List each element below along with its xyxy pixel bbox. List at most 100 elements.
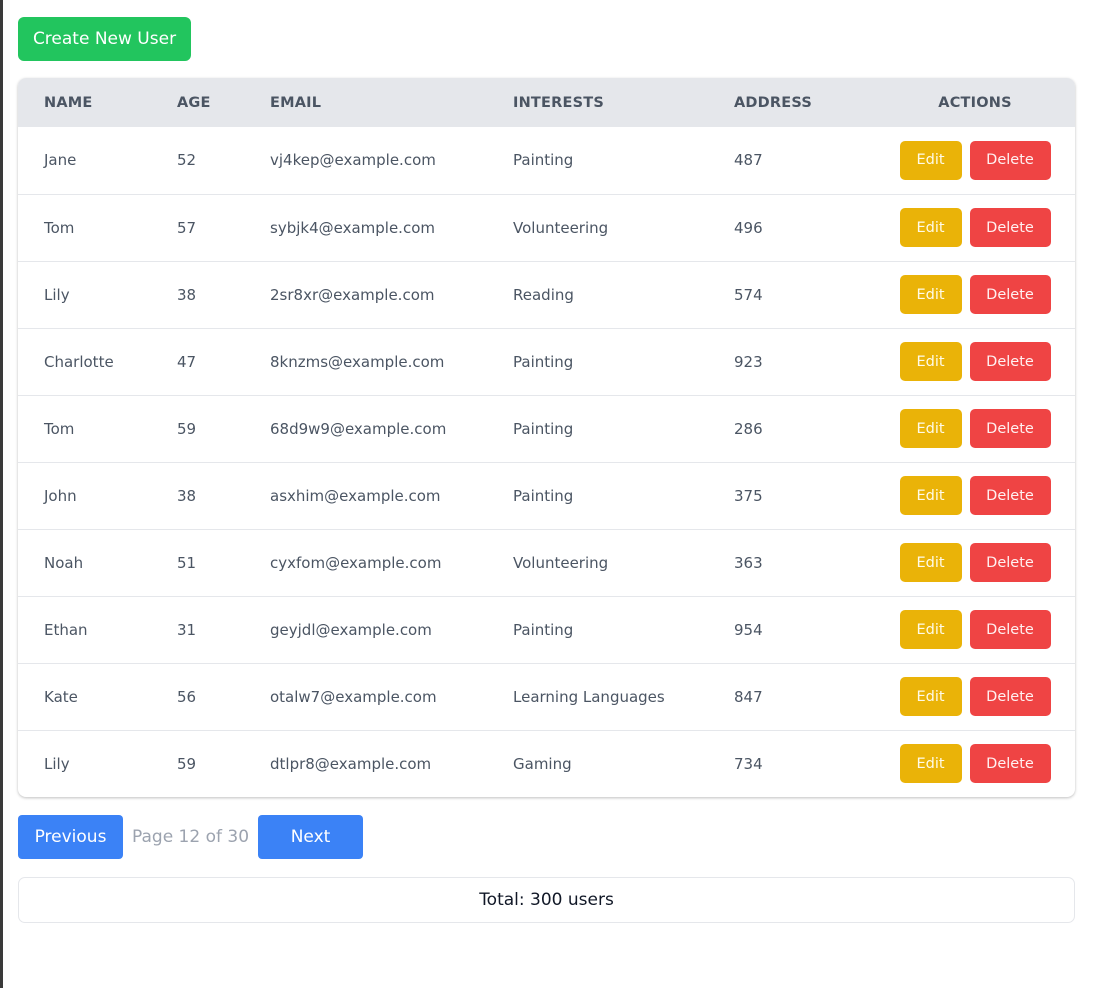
column-header-name: NAME <box>44 94 93 111</box>
delete-button[interactable]: Delete <box>969 140 1051 180</box>
cell-age: 51 <box>177 553 197 572</box>
cell-actions: Edit Delete <box>875 395 1075 462</box>
cell-age: 47 <box>177 352 197 371</box>
delete-button[interactable]: Delete <box>969 744 1051 784</box>
edit-button[interactable]: Edit <box>899 744 962 784</box>
cell-actions: Edit Delete <box>875 730 1075 797</box>
cell-name: Tom <box>44 218 75 237</box>
cell-actions: Edit Delete <box>875 194 1075 261</box>
page-indicator: Page 12 of 30 <box>132 827 250 847</box>
table-row: Lily 38 2sr8xr@example.com Reading 574 Edit De… <box>18 261 1075 328</box>
users-table: NAME AGE EMAIL INTERESTS ADDRESS ACTIONS… <box>18 78 1075 797</box>
table-row: Jane 52 vj4kep@example.com Painting 487 Edit D… <box>18 127 1075 194</box>
cell-age: 59 <box>177 754 197 773</box>
cell-email: 2sr8xr@example.com <box>270 285 435 304</box>
edit-button[interactable]: Edit <box>899 140 962 180</box>
cell-name: Tom <box>44 419 75 438</box>
cell-actions: Edit Delete <box>875 663 1075 730</box>
cell-address: 496 <box>734 218 763 237</box>
cell-address: 847 <box>734 687 763 706</box>
cell-name: John <box>44 486 77 505</box>
cell-actions: Edit Delete <box>875 328 1075 395</box>
cell-interests: Painting <box>513 151 574 170</box>
delete-button[interactable]: Delete <box>969 543 1051 582</box>
previous-page-button[interactable]: Previous <box>18 815 123 859</box>
cell-address: 375 <box>734 486 763 505</box>
cell-actions: Edit Delete <box>875 127 1075 194</box>
cell-age: 56 <box>177 687 197 706</box>
table-row: Tom 57 sybjk4@example.com Volunteering 496 Ed… <box>18 194 1075 261</box>
table-row: Charlotte 47 8knzms@example.com Painting 923… <box>18 328 1075 395</box>
cell-interests: Reading <box>513 285 574 304</box>
edit-button[interactable]: Edit <box>899 208 962 247</box>
cell-email: 8knzms@example.com <box>270 352 445 371</box>
cell-name: Jane <box>44 151 77 170</box>
cell-interests: Volunteering <box>513 218 609 237</box>
cell-age: 38 <box>177 285 197 304</box>
table-row: Tom 59 68d9w9@example.com Painting 286 Edit De… <box>18 395 1075 462</box>
cell-email: 68d9w9@example.com <box>270 419 447 438</box>
header-row: NAME AGE EMAIL INTERESTS ADDRESS ACTIONS <box>18 78 1075 127</box>
cell-address: 923 <box>734 352 763 371</box>
cell-interests: Painting <box>513 419 574 438</box>
window-edge <box>0 0 3 988</box>
delete-button[interactable]: Delete <box>969 409 1051 448</box>
cell-age: 52 <box>177 151 197 170</box>
total-users-text: Total: 300 users <box>479 890 614 910</box>
edit-button[interactable]: Edit <box>899 342 962 381</box>
cell-address: 487 <box>734 151 763 170</box>
create-new-user-button[interactable]: Create New User <box>18 17 191 61</box>
cell-name: Ethan <box>44 620 88 639</box>
cell-name: Lily <box>44 285 70 304</box>
table-body: Jane 52 vj4kep@example.com Painting 487 Edit D… <box>18 127 1075 797</box>
column-header-address: ADDRESS <box>734 94 812 111</box>
cell-address: 363 <box>734 553 763 572</box>
cell-email: sybjk4@example.com <box>270 218 435 237</box>
delete-button[interactable]: Delete <box>969 677 1051 716</box>
cell-actions: Edit Delete <box>875 596 1075 663</box>
cell-interests: Painting <box>513 352 574 371</box>
table-row: Lily 59 dtlpr8@example.com Gaming 734 Edit Del… <box>18 730 1075 797</box>
delete-button[interactable]: Delete <box>969 275 1051 314</box>
cell-interests: Volunteering <box>513 553 609 572</box>
users-table-card: NAME AGE EMAIL INTERESTS ADDRESS ACTIONS… <box>18 78 1075 797</box>
pagination: Previous Page 12 of 30 Next <box>18 815 364 859</box>
table-row: Kate 56 otalw7@example.com Learning Languag… <box>18 663 1075 730</box>
cell-address: 734 <box>734 754 763 773</box>
edit-button[interactable]: Edit <box>899 543 962 582</box>
cell-interests: Gaming <box>513 754 572 773</box>
delete-button[interactable]: Delete <box>969 476 1051 515</box>
table-row: Noah 51 cyxfom@example.com Volunteering 363 E… <box>18 529 1075 596</box>
cell-interests: Learning Languages <box>513 687 665 706</box>
edit-button[interactable]: Edit <box>899 677 962 716</box>
edit-button[interactable]: Edit <box>899 275 962 314</box>
cell-email: asxhim@example.com <box>270 486 441 505</box>
cell-email: dtlpr8@example.com <box>270 754 432 773</box>
table-row: John 38 asxhim@example.com Painting 375 Edit D… <box>18 462 1075 529</box>
column-header-email: EMAIL <box>270 94 322 111</box>
edit-button[interactable]: Edit <box>899 476 962 515</box>
cell-age: 57 <box>177 218 197 237</box>
delete-button[interactable]: Delete <box>969 342 1051 381</box>
edit-button[interactable]: Edit <box>899 409 962 448</box>
cell-email: vj4kep@example.com <box>270 151 436 170</box>
cell-name: Noah <box>44 553 84 572</box>
cell-actions: Edit Delete <box>875 261 1075 328</box>
delete-button[interactable]: Delete <box>969 208 1051 247</box>
cell-age: 31 <box>177 620 197 639</box>
cell-age: 59 <box>177 419 197 438</box>
cell-address: 286 <box>734 419 763 438</box>
column-header-interests: INTERESTS <box>513 94 604 111</box>
edit-button[interactable]: Edit <box>899 610 962 649</box>
delete-button[interactable]: Delete <box>969 610 1051 649</box>
cell-email: cyxfom@example.com <box>270 553 442 572</box>
cell-address: 954 <box>734 620 763 639</box>
table-row: Ethan 31 geyjdl@example.com Painting 954 Edit… <box>18 596 1075 663</box>
column-header-age: AGE <box>177 94 211 111</box>
cell-actions: Edit Delete <box>875 462 1075 529</box>
cell-interests: Painting <box>513 486 574 505</box>
cell-email: otalw7@example.com <box>270 687 437 706</box>
next-page-button[interactable]: Next <box>258 815 364 859</box>
total-users-summary: Total: 300 users <box>18 877 1075 923</box>
cell-name: Lily <box>44 754 70 773</box>
